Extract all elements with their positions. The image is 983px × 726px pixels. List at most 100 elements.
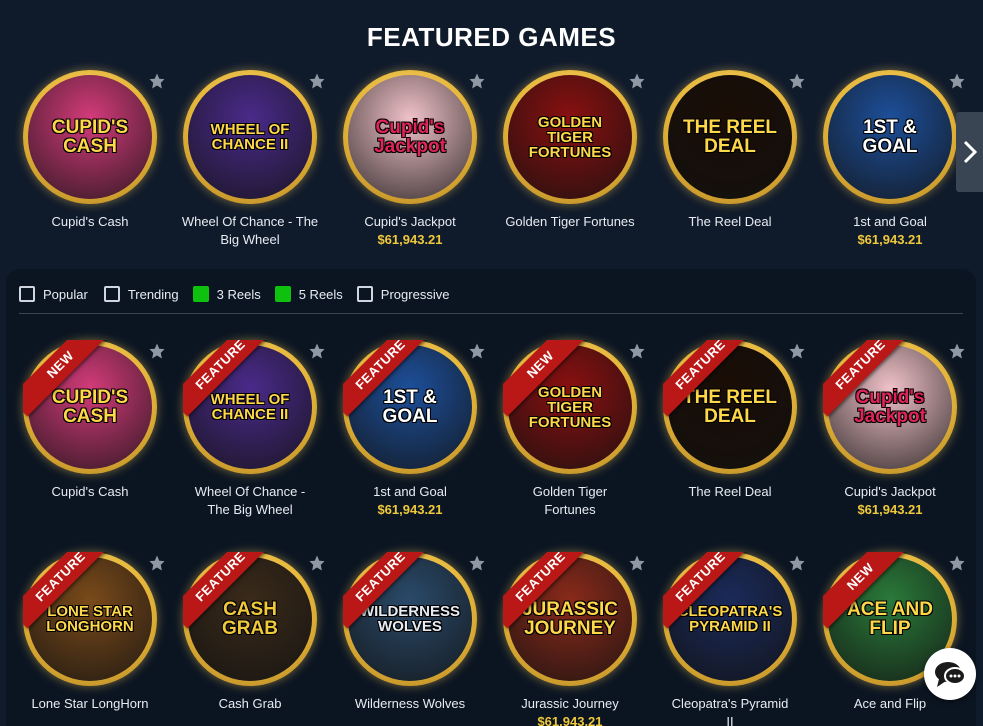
filter-3-reels[interactable]: 3 Reels bbox=[192, 286, 261, 302]
game-card[interactable]: GOLDEN TIGER FORTUNES NEW Golden Tiger For… bbox=[490, 340, 650, 519]
star-icon[interactable] bbox=[948, 72, 966, 90]
game-title[interactable]: Lone Star LongHorn bbox=[10, 695, 170, 713]
star-icon[interactable] bbox=[148, 342, 166, 360]
game-title[interactable]: Cupid's Cash bbox=[10, 213, 170, 231]
star-icon[interactable] bbox=[468, 554, 486, 572]
game-card[interactable]: Cupid's Jackpot FEATURE Cupid's Jackpot $61… bbox=[810, 340, 970, 518]
filter-progressive[interactable]: Progressive bbox=[356, 286, 449, 302]
star-icon[interactable] bbox=[628, 554, 646, 572]
ribbon-container: NEW bbox=[823, 552, 923, 652]
game-thumbnail[interactable]: Cupid's Jackpot bbox=[343, 70, 477, 204]
game-title[interactable]: 1st and Goal bbox=[330, 483, 490, 501]
game-card[interactable]: CLEOPATRA'S PYRAMID II FEATURE Cleopatra's… bbox=[650, 552, 810, 726]
ribbon-container: FEATURE bbox=[343, 552, 443, 652]
featured-games-carousel: CUPID'S CASH Cupid's Cash WHEEL OF CHANCE … bbox=[10, 70, 965, 260]
game-thumbnail[interactable]: 1ST & GOAL bbox=[823, 70, 957, 204]
ribbon-container: FEATURE bbox=[183, 552, 283, 652]
star-icon[interactable] bbox=[948, 342, 966, 360]
game-title[interactable]: Golden Tiger Fortunes bbox=[490, 483, 650, 519]
carousel-next-button[interactable] bbox=[956, 112, 983, 192]
game-title[interactable]: Cupid's Jackpot bbox=[810, 483, 970, 501]
star-icon[interactable] bbox=[788, 342, 806, 360]
game-thumbnail[interactable]: THE REEL DEAL FEATURE bbox=[663, 340, 797, 474]
chat-button[interactable] bbox=[924, 648, 976, 700]
game-title[interactable]: Cleopatra's Pyramid II bbox=[650, 695, 810, 726]
game-title[interactable]: Golden Tiger Fortunes bbox=[490, 213, 650, 231]
filter-label: Popular bbox=[43, 286, 88, 302]
game-title[interactable]: Wilderness Wolves bbox=[330, 695, 490, 713]
game-ribbon-badge: FEATURE bbox=[663, 552, 753, 629]
star-icon[interactable] bbox=[628, 72, 646, 90]
game-thumbnail[interactable]: WHEEL OF CHANCE II bbox=[183, 70, 317, 204]
ribbon-container: FEATURE bbox=[23, 552, 123, 652]
game-thumbnail[interactable]: CLEOPATRA'S PYRAMID II FEATURE bbox=[663, 552, 797, 686]
game-card[interactable]: WILDERNESS WOLVES FEATURE Wilderness Wolve… bbox=[330, 552, 490, 713]
star-icon[interactable] bbox=[788, 72, 806, 90]
game-thumbnail[interactable]: GOLDEN TIGER FORTUNES bbox=[503, 70, 637, 204]
game-logo: GOLDEN TIGER FORTUNES bbox=[528, 113, 612, 161]
star-icon[interactable] bbox=[308, 554, 326, 572]
game-logo: Cupid's Jackpot bbox=[374, 117, 446, 157]
star-icon[interactable] bbox=[948, 554, 966, 572]
filter-checkbox[interactable] bbox=[19, 286, 35, 302]
star-icon[interactable] bbox=[468, 72, 486, 90]
ribbon-container: FEATURE bbox=[663, 552, 763, 652]
game-thumbnail[interactable]: CUPID'S CASH NEW bbox=[23, 340, 157, 474]
game-title[interactable]: The Reel Deal bbox=[650, 483, 810, 501]
game-thumbnail[interactable]: CASH GRAB FEATURE bbox=[183, 552, 317, 686]
game-thumbnail[interactable]: CUPID'S CASH bbox=[23, 70, 157, 204]
game-title[interactable]: 1st and Goal bbox=[810, 213, 970, 231]
ribbon-container: FEATURE bbox=[343, 340, 443, 440]
game-ribbon-badge: FEATURE bbox=[823, 340, 913, 417]
game-ribbon-badge: FEATURE bbox=[23, 552, 113, 629]
game-card[interactable]: CASH GRAB FEATURE Cash Grab bbox=[170, 552, 330, 713]
star-icon[interactable] bbox=[308, 342, 326, 360]
game-title[interactable]: Cupid's Jackpot bbox=[330, 213, 490, 231]
star-icon[interactable] bbox=[308, 72, 326, 90]
game-card[interactable]: WHEEL OF CHANCE II Wheel Of Chance - The … bbox=[170, 70, 330, 249]
game-card[interactable]: GOLDEN TIGER FORTUNES Golden Tiger Fortun… bbox=[490, 70, 650, 231]
game-thumbnail[interactable]: 1ST & GOAL FEATURE bbox=[343, 340, 477, 474]
star-icon[interactable] bbox=[148, 72, 166, 90]
game-title[interactable]: Cupid's Cash bbox=[10, 483, 170, 501]
filter-trending[interactable]: Trending bbox=[103, 286, 179, 302]
star-icon[interactable] bbox=[468, 342, 486, 360]
filter-checkbox[interactable] bbox=[103, 286, 120, 302]
game-card[interactable]: 1ST & GOAL 1st and Goal $61,943.21 bbox=[810, 70, 970, 248]
game-card[interactable]: LONE STAR LONGHORN FEATURE Lone Star LongH… bbox=[10, 552, 170, 713]
game-thumbnail[interactable]: WILDERNESS WOLVES FEATURE bbox=[343, 552, 477, 686]
game-thumbnail[interactable]: Cupid's Jackpot FEATURE bbox=[823, 340, 957, 474]
game-thumbnail[interactable]: WHEEL OF CHANCE II FEATURE bbox=[183, 340, 317, 474]
game-thumbnail[interactable]: GOLDEN TIGER FORTUNES NEW bbox=[503, 340, 637, 474]
filter-checkbox[interactable] bbox=[192, 286, 209, 302]
game-title[interactable]: Wheel Of Chance - The Big Wheel bbox=[170, 213, 330, 249]
star-icon[interactable] bbox=[788, 554, 806, 572]
star-icon[interactable] bbox=[628, 342, 646, 360]
game-artwork: WHEEL OF CHANCE II bbox=[188, 75, 312, 199]
filter-checkbox[interactable] bbox=[356, 286, 373, 302]
chevron-right-icon bbox=[963, 140, 977, 164]
game-thumbnail[interactable]: JURASSIC JOURNEY FEATURE bbox=[503, 552, 637, 686]
filter-5-reels[interactable]: 5 Reels bbox=[274, 286, 343, 302]
game-title[interactable]: Wheel Of Chance - The Big Wheel bbox=[170, 483, 330, 519]
jackpot-amount: $61,943.21 bbox=[537, 714, 603, 726]
game-card[interactable]: CUPID'S CASH Cupid's Cash bbox=[10, 70, 170, 231]
game-title[interactable]: Cash Grab bbox=[170, 695, 330, 713]
game-ribbon-badge: FEATURE bbox=[183, 552, 273, 629]
game-card[interactable]: THE REEL DEAL FEATURE The Reel Deal bbox=[650, 340, 810, 501]
game-card[interactable]: WHEEL OF CHANCE II FEATURE Wheel Of Chance… bbox=[170, 340, 330, 519]
filter-popular[interactable]: Popular bbox=[19, 286, 88, 302]
game-card[interactable]: THE REEL DEAL The Reel Deal bbox=[650, 70, 810, 231]
game-card[interactable]: JURASSIC JOURNEY FEATURE Jurassic Journey $… bbox=[490, 552, 650, 726]
game-card[interactable]: CUPID'S CASH NEW Cupid's Cash bbox=[10, 340, 170, 501]
game-thumbnail[interactable]: LONE STAR LONGHORN FEATURE bbox=[23, 552, 157, 686]
game-card[interactable]: Cupid's Jackpot Cupid's Jackpot $61,943.21 bbox=[330, 70, 490, 248]
game-card[interactable]: 1ST & GOAL FEATURE 1st and Goal $61,943.21 bbox=[330, 340, 490, 518]
game-thumbnail[interactable]: THE REEL DEAL bbox=[663, 70, 797, 204]
star-icon[interactable] bbox=[148, 554, 166, 572]
filter-checkbox[interactable] bbox=[274, 286, 291, 302]
game-ribbon-badge: FEATURE bbox=[503, 552, 593, 629]
game-artwork: GOLDEN TIGER FORTUNES bbox=[508, 75, 632, 199]
game-title[interactable]: The Reel Deal bbox=[650, 213, 810, 231]
game-title[interactable]: Jurassic Journey bbox=[490, 695, 650, 713]
